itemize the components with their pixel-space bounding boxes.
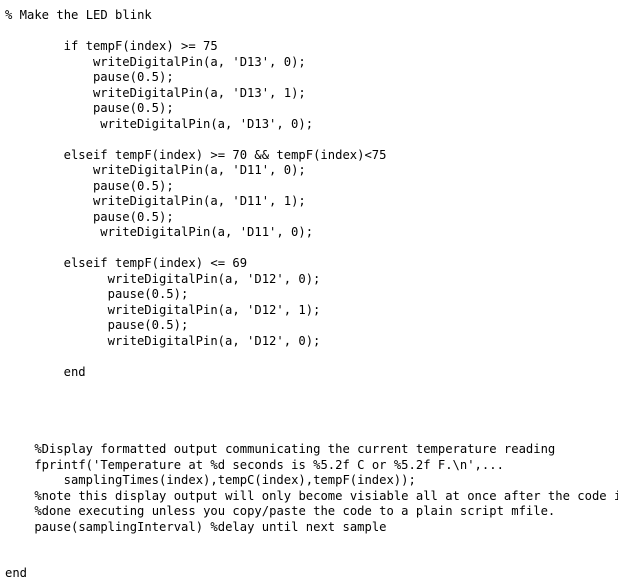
code-line: pause(0.5); xyxy=(107,287,189,301)
code-line: writeDigitalPin(a, 'D13', 0); xyxy=(92,54,306,69)
code-line: writeDigitalPin(a, 'D12', 0); xyxy=(107,271,321,286)
code-line: %Display formatted output communicating … xyxy=(34,442,556,456)
code-line: pause(0.5); xyxy=(92,209,174,224)
code-line: writeDigitalPin(a, 'D11', 1); xyxy=(92,194,306,208)
code-line: samplingTimes(index),tempC(index),tempF(… xyxy=(63,473,416,487)
code-line: writeDigitalPin(a, 'D11', 0); xyxy=(92,163,306,177)
code-line: elseif tempF(index) >= 70 && tempF(index… xyxy=(63,147,387,162)
code-line: end xyxy=(63,364,86,379)
code-line: if tempF(index) >= 75 xyxy=(63,39,218,53)
code-line: pause(0.5); xyxy=(92,101,174,115)
code-line: elseif tempF(index) <= 69 xyxy=(63,256,248,270)
code-line: end xyxy=(5,566,28,580)
code-line: pause(0.5); xyxy=(92,178,174,193)
code-listing[interactable]: % Make the LED blink if tempF(index) >= 7… xyxy=(0,0,618,580)
code-line: writeDigitalPin(a, 'D13', 0); xyxy=(100,116,314,131)
code-line: pause(0.5); xyxy=(92,70,174,84)
code-line: writeDigitalPin(a, 'D12', 1); xyxy=(107,302,321,317)
code-line: writeDigitalPin(a, 'D13', 1); xyxy=(92,85,306,100)
code-line: pause(samplingInterval) %delay until nex… xyxy=(34,519,387,534)
code-line: pause(0.5); xyxy=(107,318,189,332)
code-line: writeDigitalPin(a, 'D12', 0); xyxy=(107,333,321,348)
code-line: %done executing unless you copy/paste th… xyxy=(34,504,556,518)
code-line: %note this display output will only beco… xyxy=(34,488,618,503)
code-line: writeDigitalPin(a, 'D11', 0); xyxy=(100,225,314,239)
code-line: % Make the LED blink xyxy=(5,8,152,22)
code-line: fprintf('Temperature at %d seconds is %5… xyxy=(34,457,504,472)
